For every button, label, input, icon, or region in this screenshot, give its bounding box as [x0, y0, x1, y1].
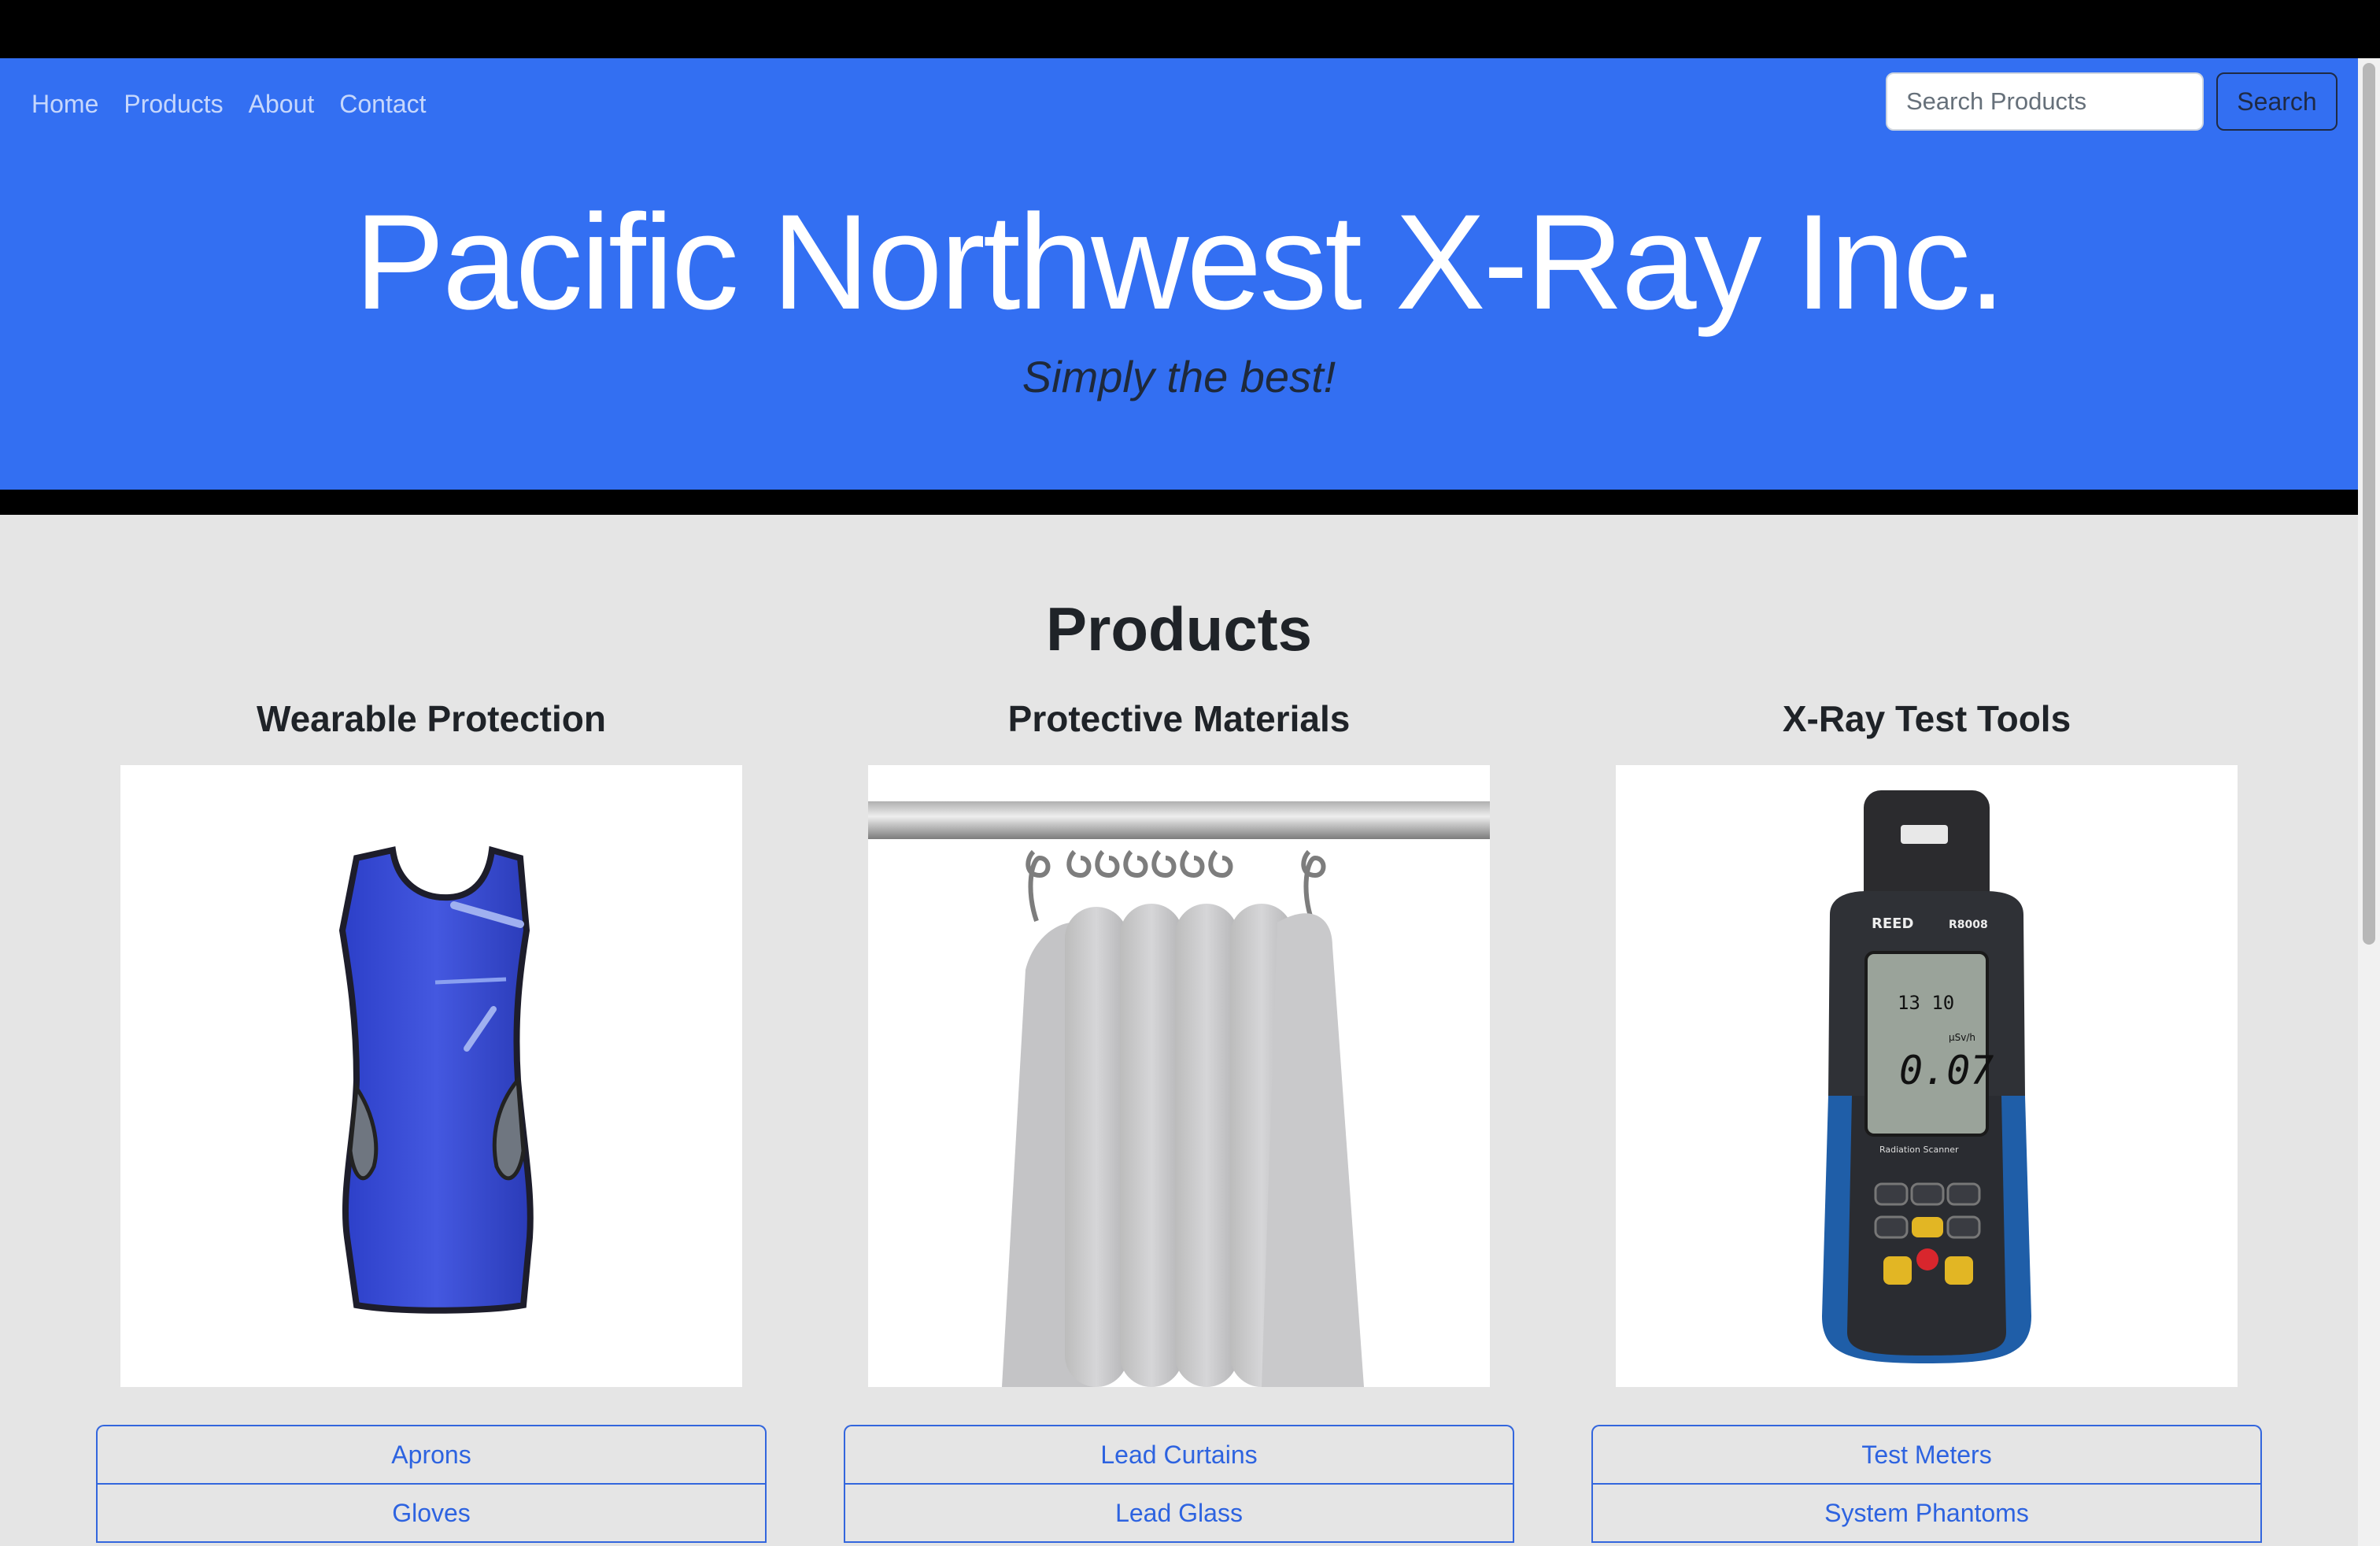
category-title: Protective Materials [1007, 698, 1351, 739]
nav-home[interactable]: Home [31, 90, 98, 119]
lead-curtain-icon [868, 801, 1490, 1387]
category-link-list: Test Meters System Phantoms [1591, 1425, 2262, 1543]
meter-label: Radiation Scanner [1879, 1145, 1959, 1155]
link-system-phantoms[interactable]: System Phantoms [1593, 1485, 2260, 1543]
radiation-meter-image[interactable]: REED R8008 13 10 μSv/h 0.07 Radiation Sc… [1616, 765, 2238, 1387]
lead-apron-image[interactable] [120, 765, 742, 1387]
site-header: Home Products About Contact Search Pacif… [0, 58, 2358, 490]
search-button[interactable]: Search [2216, 72, 2338, 131]
meter-time: 13 10 [1898, 992, 1954, 1014]
browser-top-bar [0, 0, 2380, 58]
link-gloves[interactable]: Gloves [98, 1485, 765, 1543]
category-link-list: Aprons Gloves [96, 1425, 767, 1543]
link-lead-curtains[interactable]: Lead Curtains [845, 1426, 1513, 1485]
meter-reading: 0.07 [1899, 1048, 1994, 1093]
site-tagline: Simply the best! [1022, 352, 1336, 401]
lead-curtain-image[interactable] [868, 765, 1490, 1387]
main-nav: Home Products About Contact [31, 90, 427, 119]
search-input[interactable] [1886, 72, 2204, 131]
meter-brand: REED [1872, 915, 1913, 932]
link-lead-glass[interactable]: Lead Glass [845, 1485, 1513, 1543]
products-title: Products [1045, 594, 1313, 664]
category-wearable-protection: Wearable Protection Aprons Gloves [96, 697, 767, 1543]
scrollbar-thumb[interactable] [2363, 63, 2375, 945]
category-title: X-Ray Test Tools [1782, 698, 2071, 739]
meter-model: R8008 [1949, 919, 1988, 931]
lead-apron-icon [338, 845, 534, 1314]
category-link-list: Lead Curtains Lead Glass [844, 1425, 1514, 1543]
site-title: Pacific Northwest X-Ray Inc. [354, 187, 2005, 338]
meter-unit: μSv/h [1949, 1032, 1975, 1043]
nav-contact[interactable]: Contact [339, 90, 426, 119]
nav-about[interactable]: About [249, 90, 315, 119]
radiation-meter-icon: REED R8008 13 10 μSv/h 0.07 Radiation Sc… [1822, 790, 2031, 1363]
link-aprons[interactable]: Aprons [98, 1426, 765, 1485]
category-xray-test-tools: X-Ray Test Tools REED R8008 13 10 μSv/h … [1591, 697, 2262, 1543]
category-protective-materials: Protective Materials Lead Curtains Lead … [844, 697, 1514, 1543]
nav-products[interactable]: Products [124, 90, 223, 119]
link-test-meters[interactable]: Test Meters [1593, 1426, 2260, 1485]
header-divider [0, 490, 2358, 515]
products-section: Products Wearable Protection Aprons Glov… [0, 515, 2358, 1546]
category-title: Wearable Protection [257, 698, 606, 739]
